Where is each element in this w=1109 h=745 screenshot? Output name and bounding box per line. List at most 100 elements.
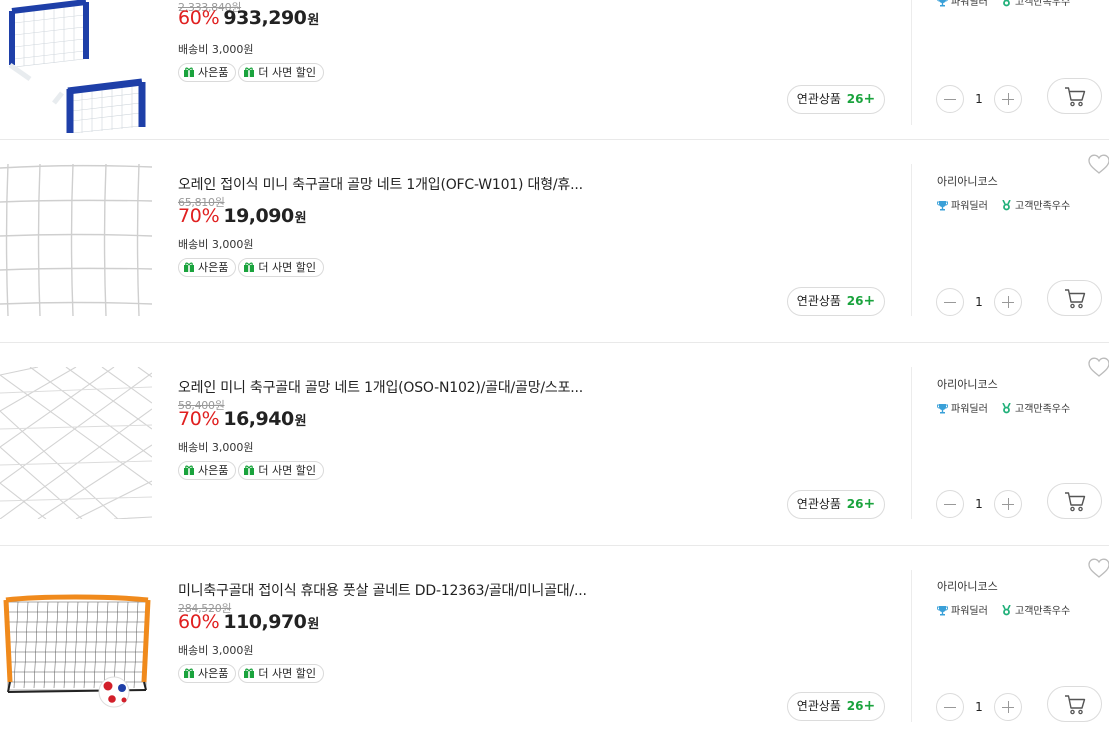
benefit-badges: 사은품 더 사면 할인 bbox=[178, 459, 326, 480]
seller-name[interactable]: 아리아니코스 bbox=[937, 376, 998, 392]
discount-rate: 60% bbox=[178, 7, 220, 29]
medal-icon bbox=[1002, 605, 1011, 616]
add-to-cart-button[interactable] bbox=[1047, 483, 1102, 519]
product-list: 2,333,840원 60% 933,290원 배송비 3,000원 사은품 더 사… bbox=[0, 0, 1109, 745]
decrease-quantity-button[interactable] bbox=[936, 490, 964, 518]
goal-with-ball-image bbox=[3, 594, 151, 708]
product-item: 오레인 접이식 미니 축구골대 골망 네트 1개입(OFC-W101) 대형/휴… bbox=[0, 140, 1109, 343]
add-to-cart-button[interactable] bbox=[1047, 280, 1102, 316]
discount-rate: 70% bbox=[178, 205, 220, 227]
price-row: 70% 19,090원 bbox=[178, 205, 307, 227]
shipping-fee: 배송비 3,000원 bbox=[178, 43, 254, 56]
plus-icon: + bbox=[863, 293, 876, 309]
quantity-value[interactable]: 1 bbox=[964, 85, 994, 113]
sale-price: 19,090 bbox=[223, 205, 294, 227]
trophy-icon bbox=[937, 606, 948, 616]
seller-badges: 파워딜러 고객만족우수 bbox=[937, 0, 1070, 8]
benefit-badges: 사은품 더 사면 할인 bbox=[178, 256, 326, 277]
quantity-stepper: 1 bbox=[936, 85, 1022, 113]
discount-rate: 60% bbox=[178, 611, 220, 633]
shipping-fee: 배송비 3,000원 bbox=[178, 441, 254, 454]
gift-icon bbox=[184, 262, 194, 272]
gift-icon bbox=[184, 668, 194, 678]
gift-icon bbox=[244, 67, 255, 77]
divider bbox=[911, 0, 912, 125]
product-title[interactable]: 미니축구골대 접이식 휴대용 풋살 골네트 DD-12363/골대/미니골대/.… bbox=[178, 580, 587, 600]
cart-icon bbox=[1065, 289, 1086, 309]
related-products-button[interactable]: 연관상품 26+ bbox=[787, 85, 885, 114]
trophy-icon bbox=[937, 201, 948, 211]
related-products-button[interactable]: 연관상품 26+ bbox=[787, 287, 885, 316]
gift-badge: 사은품 bbox=[178, 461, 237, 480]
price-row: 60% 933,290원 bbox=[178, 7, 319, 29]
gift-icon bbox=[184, 465, 194, 475]
currency: 원 bbox=[294, 211, 307, 226]
bulk-discount-badge: 더 사면 할인 bbox=[238, 664, 324, 683]
product-thumbnail[interactable] bbox=[0, 367, 152, 519]
divider bbox=[911, 164, 912, 316]
trophy-icon bbox=[937, 0, 948, 7]
add-to-cart-button[interactable] bbox=[1047, 78, 1102, 114]
seller-badges: 파워딜러 고객만족우수 bbox=[937, 400, 1070, 415]
wishlist-heart-icon[interactable] bbox=[1088, 558, 1109, 578]
gift-badge: 사은품 bbox=[178, 258, 237, 277]
quantity-stepper: 1 bbox=[936, 693, 1022, 721]
gift-icon bbox=[184, 67, 194, 77]
seller-badges: 파워딜러 고객만족우수 bbox=[937, 602, 1070, 617]
quantity-stepper: 1 bbox=[936, 288, 1022, 316]
decrease-quantity-button[interactable] bbox=[936, 85, 964, 113]
net-image bbox=[0, 367, 152, 519]
price-row: 60% 110,970원 bbox=[178, 611, 319, 633]
quantity-stepper: 1 bbox=[936, 490, 1022, 518]
medal-icon bbox=[1003, 0, 1010, 7]
wishlist-heart-icon[interactable] bbox=[1088, 154, 1109, 174]
product-thumbnail[interactable] bbox=[0, 0, 152, 133]
add-to-cart-button[interactable] bbox=[1047, 686, 1102, 722]
product-item: 2,333,840원 60% 933,290원 배송비 3,000원 사은품 더 사… bbox=[0, 0, 1109, 140]
product-item: 미니축구골대 접이식 휴대용 풋살 골네트 DD-12363/골대/미니골대/.… bbox=[0, 546, 1109, 745]
decrease-quantity-button[interactable] bbox=[936, 288, 964, 316]
product-item: 오레인 미니 축구골대 골망 네트 1개입(OSO-N102)/골대/골망/스포… bbox=[0, 343, 1109, 546]
trophy-icon bbox=[937, 404, 948, 414]
seller-name[interactable]: 아리아니코스 bbox=[937, 173, 998, 189]
medal-icon bbox=[1002, 200, 1011, 211]
gift-icon bbox=[244, 465, 255, 475]
currency: 원 bbox=[307, 617, 320, 632]
increase-quantity-button[interactable] bbox=[994, 693, 1022, 721]
quantity-value[interactable]: 1 bbox=[964, 490, 994, 518]
currency: 원 bbox=[294, 414, 307, 429]
shipping-fee: 배송비 3,000원 bbox=[178, 644, 254, 657]
medal-icon bbox=[1002, 403, 1011, 414]
product-thumbnail[interactable] bbox=[0, 164, 152, 316]
sale-price: 933,290 bbox=[223, 7, 307, 29]
product-thumbnail[interactable] bbox=[0, 570, 152, 722]
seller-badges: 파워딜러 고객만족우수 bbox=[937, 197, 1070, 212]
decrease-quantity-button[interactable] bbox=[936, 693, 964, 721]
related-products-button[interactable]: 연관상품 26+ bbox=[787, 490, 885, 519]
sale-price: 110,970 bbox=[223, 611, 307, 633]
gift-icon bbox=[244, 668, 255, 678]
mini-goal-image bbox=[8, 0, 146, 133]
increase-quantity-button[interactable] bbox=[994, 490, 1022, 518]
increase-quantity-button[interactable] bbox=[994, 288, 1022, 316]
quantity-value[interactable]: 1 bbox=[964, 693, 994, 721]
gift-icon bbox=[244, 262, 255, 272]
benefit-badges: 사은품 더 사면 할인 bbox=[178, 662, 326, 683]
currency: 원 bbox=[307, 13, 320, 28]
discount-rate: 70% bbox=[178, 408, 220, 430]
product-title[interactable]: 오레인 미니 축구골대 골망 네트 1개입(OSO-N102)/골대/골망/스포… bbox=[178, 377, 583, 397]
quantity-value[interactable]: 1 bbox=[964, 288, 994, 316]
plus-icon: + bbox=[863, 698, 876, 714]
divider bbox=[911, 570, 912, 722]
wishlist-heart-icon[interactable] bbox=[1088, 357, 1109, 377]
plus-icon: + bbox=[863, 496, 876, 512]
shipping-fee: 배송비 3,000원 bbox=[178, 238, 254, 251]
price-row: 70% 16,940원 bbox=[178, 408, 307, 430]
related-products-button[interactable]: 연관상품 26+ bbox=[787, 692, 885, 721]
product-title[interactable]: 오레인 접이식 미니 축구골대 골망 네트 1개입(OFC-W101) 대형/휴… bbox=[178, 174, 583, 194]
increase-quantity-button[interactable] bbox=[994, 85, 1022, 113]
bulk-discount-badge: 더 사면 할인 bbox=[238, 63, 324, 82]
net-image bbox=[0, 164, 152, 316]
seller-name[interactable]: 아리아니코스 bbox=[937, 578, 998, 594]
bulk-discount-badge: 더 사면 할인 bbox=[238, 258, 324, 277]
